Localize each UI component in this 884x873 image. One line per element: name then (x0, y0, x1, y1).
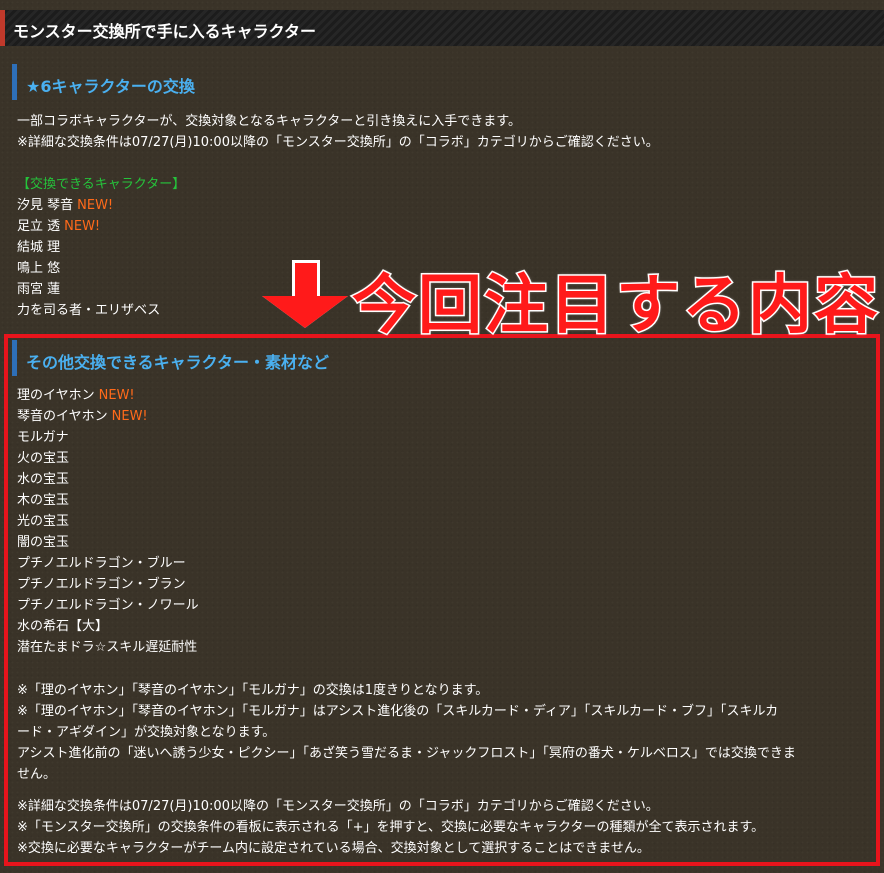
item-name: 鳴上 悠 (17, 261, 61, 276)
list-heading: 【交換できるキャラクター】 (17, 177, 186, 192)
item-name: 汐見 琴音 (17, 198, 74, 213)
list-item: 汐見 琴音 NEW! (17, 195, 113, 216)
item-name: プチノエルドラゴン・ノワール (17, 598, 199, 613)
list-item: プチノエルドラゴン・ノワール (17, 595, 199, 616)
item-name: プチノエルドラゴン・ブラン (17, 577, 186, 592)
list-item: 足立 透 NEW! (17, 216, 100, 237)
item-name: 光の宝玉 (17, 514, 70, 529)
section-note: ※詳細な交換条件は07/27(月)10:00以降の「モンスター交換所」の「コラボ… (17, 135, 659, 150)
callout-text: 今回注目する内容 (351, 268, 880, 345)
callout-banner: 今回注目する内容 (262, 252, 880, 345)
list-item: 光の宝玉 (17, 511, 69, 532)
item-name: モルガナ (17, 430, 69, 445)
page-title: モンスター交換所で手に入るキャラクター (13, 22, 317, 41)
list-item: 理のイヤホン NEW! (17, 385, 135, 406)
new-badge: NEW! (98, 388, 135, 403)
list-item: 鳴上 悠 (17, 258, 60, 279)
note-text: ※詳細な交換条件は07/27(月)10:00以降の「モンスター交換所」の「コラボ… (17, 799, 659, 814)
list-item: 潜在たまドラ☆スキル遅延耐性 (17, 637, 197, 658)
section-description: 一部コラボキャラクターが、交換対象となるキャラクターと引き換えに入手できます。 (17, 114, 522, 129)
item-name: 理のイヤホン (17, 388, 95, 403)
note-text: アシスト進化前の「迷いへ誘う少女・ピクシー」「あざ笑う雪だるま・ジャックフロスト… (17, 746, 796, 761)
new-badge: NEW! (77, 198, 114, 213)
section-heading-star6: ★6キャラクターの交換 (12, 64, 512, 100)
list-item: 雨宮 蓮 (17, 279, 60, 300)
note-text: ード・アギダイン」が交換対象となります。 (17, 725, 276, 740)
list-item: 水の希石【大】 (17, 616, 108, 637)
note-text: せん。 (17, 767, 57, 782)
item-name: 火の宝玉 (17, 451, 70, 466)
list-item: 結城 理 (17, 237, 60, 258)
new-badge: NEW! (111, 409, 148, 424)
note-text: ※交換に必要なキャラクターがチーム内に設定されている場合、交換対象として選択する… (17, 841, 650, 856)
list-item: 琴音のイヤホン NEW! (17, 406, 148, 427)
item-name: 闇の宝玉 (17, 535, 70, 550)
list-item: 火の宝玉 (17, 448, 69, 469)
list-item: プチノエルドラゴン・ブラン (17, 574, 186, 595)
list-item: 闇の宝玉 (17, 532, 69, 553)
item-name: プチノエルドラゴン・ブルー (17, 556, 186, 571)
new-badge: NEW! (64, 219, 101, 234)
note-text: ※「理のイヤホン」「琴音のイヤホン」「モルガナ」はアシスト進化後の「スキルカード… (17, 704, 779, 719)
item-name: 足立 透 (17, 219, 61, 234)
note-text: ※「モンスター交換所」の交換条件の看板に表示される「+」を押すと、交換に必要なキ… (17, 820, 765, 835)
item-name: 水の希石【大】 (17, 619, 109, 634)
item-name: 水の宝玉 (17, 472, 70, 487)
item-name: 力を司る者・エリザベス (17, 303, 161, 318)
section-title: その他交換できるキャラクター・素材など (26, 353, 330, 372)
section-heading-other: その他交換できるキャラクター・素材など (12, 340, 512, 376)
item-name: 琴音のイヤホン (17, 409, 108, 424)
item-name: 雨宮 蓮 (17, 282, 61, 297)
section-title: ★6キャラクターの交換 (26, 77, 195, 96)
list-item: モルガナ (17, 427, 69, 448)
item-name: 木の宝玉 (17, 493, 70, 508)
list-item: 力を司る者・エリザベス (17, 300, 160, 321)
item-name: 潜在たまドラ☆スキル遅延耐性 (17, 640, 198, 655)
list-item: プチノエルドラゴン・ブルー (17, 553, 186, 574)
page-header: モンスター交換所で手に入るキャラクター (0, 10, 884, 46)
note-text: ※「理のイヤホン」「琴音のイヤホン」「モルガナ」の交換は1度きりとなります。 (17, 683, 489, 698)
list-item: 木の宝玉 (17, 490, 69, 511)
list-item: 水の宝玉 (17, 469, 69, 490)
item-name: 結城 理 (17, 240, 61, 255)
